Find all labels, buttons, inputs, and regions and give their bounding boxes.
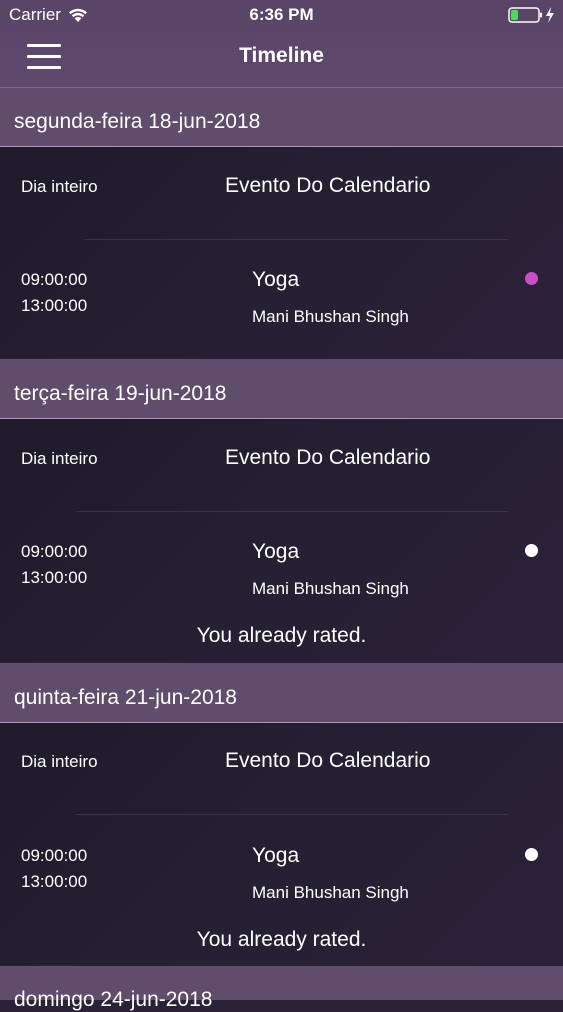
day-date-label: domingo 24-jun-2018 [14, 988, 213, 1011]
event-person: Mani Bhushan Singh [252, 883, 409, 902]
row-divider [76, 511, 508, 512]
day-date-label: segunda-feira 18-jun-2018 [14, 110, 261, 133]
top-bar: Carrier 6:36 PM Timeline [0, 0, 563, 88]
status-bar: Carrier 6:36 PM [0, 0, 563, 30]
event-title: Yoga [252, 268, 300, 291]
calendar-event-label: Evento Do Calendario [225, 749, 431, 772]
battery-charging-icon [508, 7, 554, 23]
all-day-label: Dia inteiro [21, 177, 98, 196]
event-start-time: 09:00:00 [21, 270, 88, 289]
event-end-time: 13:00:00 [21, 872, 88, 891]
day-card: Dia inteiro Evento Do Calendario 09:00:0… [0, 147, 563, 358]
day-header: domingo 24-jun-2018 [0, 966, 563, 1011]
row-divider [76, 814, 508, 815]
event-title: Yoga [252, 844, 300, 867]
day-header: terça-feira 19-jun-2018 [0, 359, 563, 419]
pending-dot [525, 272, 538, 285]
day-card: Dia inteiro Evento Do Calendario 09:00:0… [0, 723, 563, 965]
event-start-time: 09:00:00 [21, 542, 88, 561]
rated-status-text: You already rated. [196, 624, 367, 647]
rated-dot [525, 848, 538, 861]
day-header: quinta-feira 21-jun-2018 [0, 663, 563, 723]
day-date-label: quinta-feira 21-jun-2018 [14, 686, 237, 709]
day-header: segunda-feira 18-jun-2018 [0, 88, 563, 147]
event-end-time: 13:00:00 [21, 568, 88, 587]
all-day-label: Dia inteiro [21, 752, 98, 771]
navigation-bar: Timeline [0, 30, 563, 88]
event-person: Mani Bhushan Singh [252, 579, 409, 598]
day-card: Dia inteiro Evento Do Calendario 09:00:0… [0, 419, 563, 662]
calendar-event-label: Evento Do Calendario [225, 446, 431, 469]
event-start-time: 09:00:00 [21, 846, 88, 865]
calendar-event-label: Evento Do Calendario [225, 174, 431, 197]
event-title: Yoga [252, 540, 300, 563]
event-person: Mani Bhushan Singh [252, 307, 409, 326]
page-title: Timeline [239, 44, 324, 67]
event-end-time: 13:00:00 [21, 296, 88, 315]
clock: 6:36 PM [249, 5, 314, 24]
rated-dot [525, 544, 538, 557]
row-divider [84, 239, 508, 240]
day-date-label: terça-feira 19-jun-2018 [14, 382, 227, 405]
rated-status-text: You already rated. [196, 928, 367, 951]
all-day-label: Dia inteiro [21, 449, 98, 468]
